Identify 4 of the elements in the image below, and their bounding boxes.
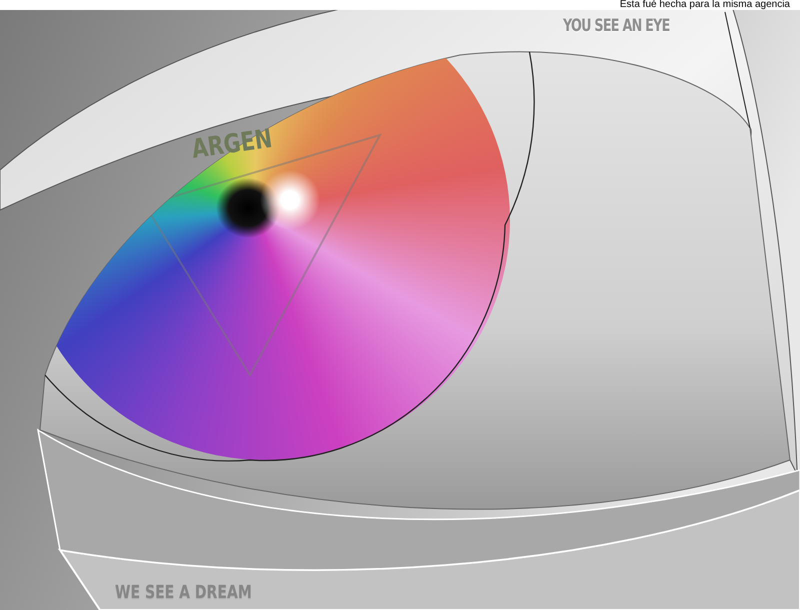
logo-text: ARGEN: [190, 124, 274, 165]
top-slogan: YOU SEE AN EYE: [563, 16, 670, 36]
caption-text: Esta fué hecha para la misma agencia: [620, 0, 790, 10]
bottom-slogan: WE SEE A DREAM: [115, 582, 252, 603]
